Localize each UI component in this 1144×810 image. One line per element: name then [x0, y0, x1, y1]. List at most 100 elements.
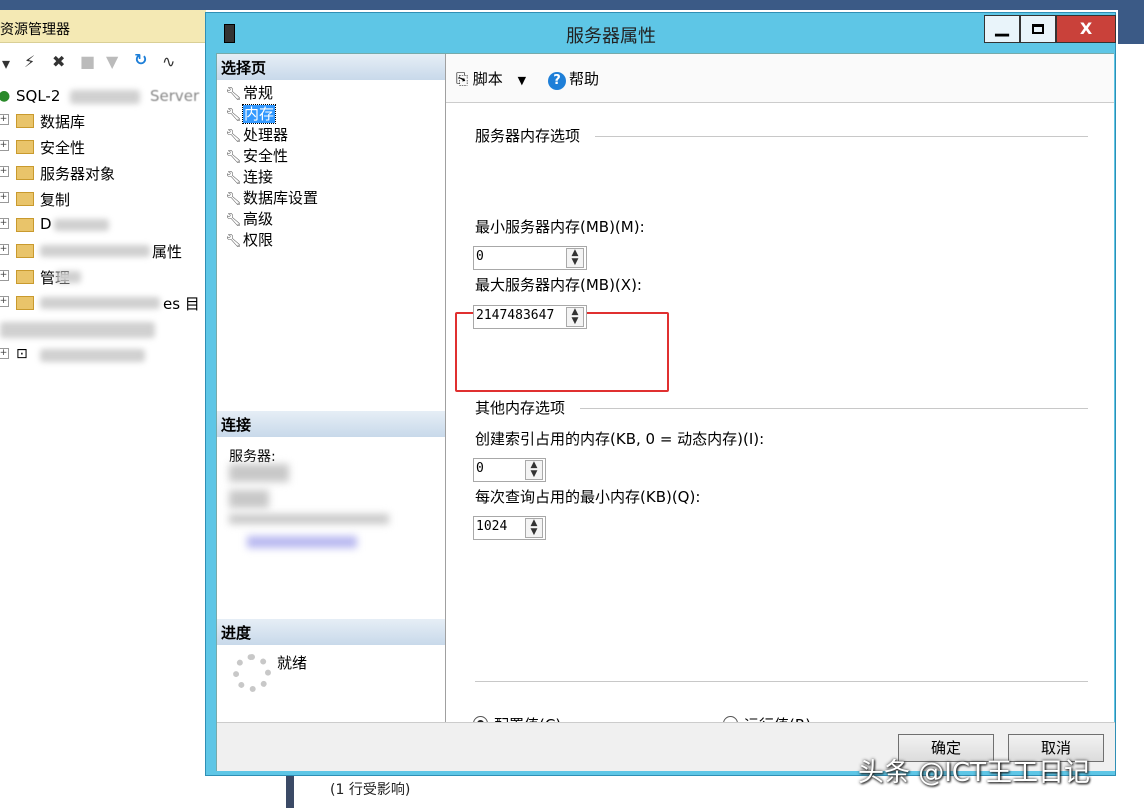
- page-advanced[interactable]: 🔧︎高级: [225, 208, 273, 229]
- expand-icon[interactable]: +: [0, 244, 9, 255]
- page-security[interactable]: 🔧︎安全性: [225, 145, 288, 166]
- min-memory-stepper[interactable]: 0 ▲ ▼: [473, 246, 587, 270]
- maximize-button[interactable]: [1020, 15, 1056, 43]
- page-label: 内存: [241, 104, 277, 124]
- folder-icon: [16, 270, 34, 284]
- connect-icon[interactable]: ⚡: [24, 52, 35, 71]
- page-processors[interactable]: 🔧︎处理器: [225, 124, 288, 145]
- expand-icon[interactable]: +: [0, 270, 9, 281]
- page-connections[interactable]: 🔧︎连接: [225, 166, 273, 187]
- results-message: (1 行受影响): [330, 782, 411, 798]
- dialog-titlebar[interactable]: 服务器属性 ▁ X: [206, 13, 1116, 53]
- tree-server-node[interactable]: ● SQL-2 Server 13.0: [0, 86, 237, 110]
- close-button[interactable]: X: [1056, 15, 1116, 43]
- index-memory-value[interactable]: 0: [476, 461, 484, 476]
- tree-node-security[interactable]: + 安全性: [0, 136, 206, 160]
- max-memory-value[interactable]: 2147483647: [476, 308, 554, 323]
- tree-node-label: 属性: [152, 243, 183, 261]
- progress-header: 进度: [217, 619, 445, 645]
- server-properties-dialog: 服务器属性 ▁ X 选择页 🔧︎常规 🔧︎ 内存 🔧︎处理器 🔧︎安全性 🔧︎连接…: [205, 12, 1116, 776]
- script-icon: ⎘: [456, 70, 469, 88]
- tree-node-blurred[interactable]: + 属性: [0, 240, 206, 264]
- tree-node-label: 安全性: [40, 139, 86, 157]
- index-memory-stepper[interactable]: 0 ▲ ▼: [473, 458, 546, 482]
- expand-icon[interactable]: +: [0, 348, 9, 359]
- minimize-button[interactable]: ▁: [984, 15, 1020, 43]
- wrench-icon: 🔧︎: [225, 108, 242, 123]
- wrench-icon: 🔧︎: [225, 150, 242, 165]
- tree-node-replication[interactable]: + 复制: [0, 188, 206, 212]
- server-icon: ●: [0, 88, 11, 104]
- progress-status: 就绪: [277, 654, 308, 672]
- wrench-icon: 🔧︎: [225, 129, 242, 144]
- page-general[interactable]: 🔧︎常规: [225, 82, 273, 103]
- page-label: 连接: [243, 168, 274, 186]
- stop-icon[interactable]: ■: [80, 52, 95, 71]
- query-memory-label: 每次查询占用的最小内存(KB)(Q):: [475, 488, 701, 506]
- folder-icon: [16, 114, 34, 128]
- filter-icon[interactable]: ▼: [106, 52, 118, 71]
- expand-icon[interactable]: +: [0, 140, 9, 151]
- expand-icon[interactable]: +: [0, 114, 9, 125]
- wrench-icon: 🔧︎: [225, 213, 242, 228]
- min-memory-label: 最小服务器内存(MB)(M):: [475, 218, 645, 236]
- help-label: 帮助: [569, 70, 600, 88]
- group-divider: [580, 408, 1088, 409]
- tree-node-blurred[interactable]: + 管理: [0, 266, 206, 290]
- page-label: 高级: [243, 210, 274, 228]
- min-memory-value[interactable]: 0: [476, 249, 484, 264]
- max-memory-label: 最大服务器内存(MB)(X):: [475, 276, 642, 294]
- page-database-settings[interactable]: 🔧︎数据库设置: [225, 187, 318, 208]
- folder-icon: [16, 244, 34, 258]
- tree-node-blurred[interactable]: + D: [0, 214, 206, 238]
- help-button[interactable]: ? 帮助: [548, 68, 599, 90]
- help-icon: ?: [548, 72, 566, 90]
- query-memory-stepper[interactable]: 1024 ▲ ▼: [473, 516, 546, 540]
- page-memory[interactable]: 🔧︎ 内存: [225, 103, 277, 124]
- script-label: 脚本: [472, 70, 503, 88]
- tree-node-blurred[interactable]: + ⊡: [0, 344, 206, 368]
- disconnect-icon[interactable]: ✖: [52, 52, 65, 71]
- background-pane: [1118, 10, 1144, 810]
- expand-icon[interactable]: +: [0, 192, 9, 203]
- maximize-icon: [1032, 24, 1044, 34]
- tree-node-databases[interactable]: + 数据库: [0, 110, 206, 134]
- group-divider: [595, 136, 1088, 137]
- select-page-header: 选择页: [217, 54, 445, 80]
- script-button[interactable]: ⎘ 脚本 ▼: [456, 68, 526, 89]
- memory-group-title: 服务器内存选项: [475, 127, 581, 145]
- expand-icon[interactable]: +: [0, 166, 9, 177]
- index-memory-label: 创建索引占用的内存(KB, 0 = 动态内存)(I):: [475, 430, 765, 448]
- spin-arrows-icon[interactable]: ▲ ▼: [525, 518, 543, 538]
- connection-header-text: 连接: [221, 416, 252, 434]
- page-permissions[interactable]: 🔧︎权限: [225, 229, 273, 250]
- server-name: SQL-2: [16, 87, 61, 105]
- object-explorer-title-text: 资源管理器: [0, 22, 70, 38]
- page-label: 安全性: [243, 147, 289, 165]
- progress-spinner-icon: [233, 654, 271, 692]
- object-explorer-toolbar: ▾ ⚡ ✖ ■ ▼ ↻ ∿: [0, 46, 206, 80]
- chevron-down-icon[interactable]: ▼: [518, 74, 526, 87]
- xevent-icon: ⊡: [16, 346, 28, 362]
- spin-arrows-icon[interactable]: ▲ ▼: [566, 248, 584, 268]
- expand-icon[interactable]: +: [0, 296, 9, 307]
- tree-node-server-objects[interactable]: + 服务器对象: [0, 162, 206, 186]
- spin-arrows-icon[interactable]: ▲ ▼: [525, 460, 543, 480]
- dropdown-icon[interactable]: ▾: [2, 54, 10, 73]
- progress-header-text: 进度: [221, 624, 252, 642]
- max-memory-stepper[interactable]: 2147483647 ▲ ▼: [473, 305, 587, 329]
- dialog-toolbar: ⎘ 脚本 ▼ ? 帮助: [446, 54, 1114, 103]
- tree-node-label: D: [40, 215, 52, 233]
- results-marker: [286, 774, 294, 808]
- page-label: 权限: [243, 231, 274, 249]
- refresh-icon[interactable]: ↻: [134, 50, 147, 69]
- spin-arrows-icon[interactable]: ▲ ▼: [566, 307, 584, 327]
- tree-node-blurred[interactable]: + es 目: [0, 292, 206, 316]
- dialog-title: 服务器属性: [566, 26, 656, 47]
- wrench-icon: 🔧︎: [225, 171, 242, 186]
- expand-icon[interactable]: +: [0, 218, 9, 229]
- activity-icon[interactable]: ∿: [162, 52, 175, 71]
- page-label: 数据库设置: [243, 189, 319, 207]
- title-strip: [0, 0, 1144, 10]
- query-memory-value[interactable]: 1024: [476, 519, 507, 534]
